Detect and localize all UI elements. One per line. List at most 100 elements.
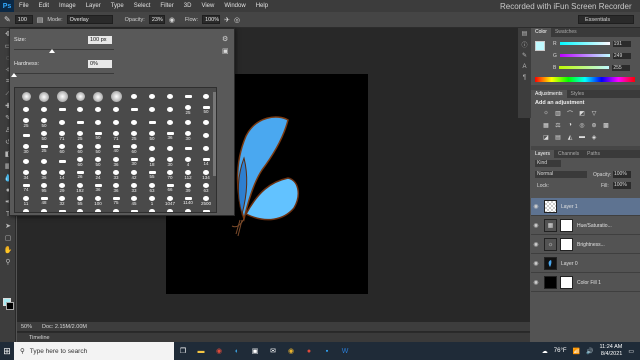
brush-preset[interactable]: 100 [89, 194, 107, 207]
menu-window[interactable]: Window [219, 3, 250, 9]
brush-preset[interactable] [161, 103, 179, 116]
brush-panel-icon[interactable]: ✎ [518, 50, 531, 61]
brush-preset[interactable]: 33 [107, 168, 125, 181]
menu-filter[interactable]: Filter [155, 3, 178, 9]
brush-preset[interactable]: 29 [53, 181, 71, 194]
hue-saturation-icon[interactable]: ▦ [541, 120, 551, 130]
kind-filter-dropdown[interactable]: Kind [535, 160, 561, 167]
brush-preset[interactable]: 1140 [179, 194, 197, 207]
brush-preset[interactable] [125, 90, 143, 103]
brush-preset[interactable]: 2500 [197, 194, 215, 207]
brush-preset[interactable] [17, 129, 35, 142]
brush-preset[interactable]: 26 [71, 168, 89, 181]
brush-preset[interactable]: 192 [71, 181, 89, 194]
brush-preset[interactable] [143, 90, 161, 103]
pressure-opacity-icon[interactable]: ◉ [169, 16, 175, 24]
chrome-icon[interactable]: ◉ [282, 342, 300, 360]
brush-preset[interactable] [35, 90, 53, 103]
brush-preset[interactable]: 2500 [53, 207, 71, 212]
mode-dropdown[interactable]: Overlay [66, 15, 113, 24]
r-value[interactable]: 191 [612, 40, 631, 47]
brush-preset[interactable] [179, 90, 197, 103]
brush-preset[interactable]: 30 [17, 142, 35, 155]
brush-preset[interactable]: 60 [71, 142, 89, 155]
task-view-icon[interactable]: ❐ [174, 342, 192, 360]
brush-preset[interactable]: 36 [107, 155, 125, 168]
brush-preset[interactable]: 30 [179, 129, 197, 142]
brush-panel-toggle-icon[interactable]: ▤ [37, 16, 44, 24]
taskbar-search[interactable]: ⚲ Type here to search [14, 342, 174, 360]
background-color-swatch[interactable] [6, 302, 14, 310]
notifications-icon[interactable]: ▭ [628, 348, 634, 355]
brush-presets-list[interactable]: 25 50 25 50 50 71 25 50 71 25 50 36 30 30 25 60 60 50 40 60… [14, 87, 217, 213]
brush-preset[interactable] [143, 103, 161, 116]
curves-icon[interactable]: ⌒ [565, 108, 575, 118]
brush-preset[interactable]: 25 [125, 129, 143, 142]
menu-image[interactable]: Image [54, 3, 81, 9]
volume-icon[interactable]: 🔊 [586, 348, 593, 355]
hardness-field[interactable]: 0% [88, 60, 112, 68]
exposure-icon[interactable]: ◩ [577, 108, 587, 118]
layer-row[interactable]: ◉ ☼ Brightness... [531, 236, 640, 254]
brush-preset[interactable]: 60 [125, 142, 143, 155]
color-ramp[interactable] [535, 77, 635, 82]
brush-preset[interactable] [125, 103, 143, 116]
brush-preset[interactable]: 50 [89, 155, 107, 168]
brush-preset[interactable]: 33 [125, 181, 143, 194]
brush-preset[interactable]: 30 [125, 155, 143, 168]
size-slider[interactable] [14, 49, 114, 50]
brush-preset[interactable]: 32 [53, 194, 71, 207]
color-balance-icon[interactable]: ⚖ [553, 120, 563, 130]
brush-preset[interactable]: 60 [53, 142, 71, 155]
layer-row[interactable]: ◉ Layer 1 [531, 198, 640, 216]
brush-preset[interactable]: 1047 [161, 194, 179, 207]
paragraph-panel-icon[interactable]: ¶ [518, 72, 531, 83]
brush-preset[interactable] [107, 103, 125, 116]
brush-preset[interactable] [53, 116, 71, 129]
g-value[interactable]: 249 [612, 52, 631, 59]
photo-filter-icon[interactable]: ◎ [577, 120, 587, 130]
layer-row[interactable]: ◉ Layer 0 [531, 255, 640, 273]
brush-preset[interactable]: 2500 [17, 207, 35, 212]
fill-field[interactable]: 100% [613, 182, 631, 189]
brush-preset[interactable]: 74 [17, 181, 35, 194]
brush-preset[interactable] [143, 116, 161, 129]
brush-preset[interactable]: 25 [17, 116, 35, 129]
brush-size-picker[interactable]: 100 [14, 15, 33, 24]
brush-preset[interactable]: 50 [143, 129, 161, 142]
hardness-slider-thumb[interactable] [11, 73, 17, 77]
hand-tool-icon[interactable]: ✋ [0, 244, 16, 256]
brush-preset[interactable]: 11 [17, 194, 35, 207]
brush-preset[interactable]: 25 [71, 129, 89, 142]
brush-preset[interactable]: 36 [161, 129, 179, 142]
brush-preset[interactable] [17, 103, 35, 116]
brush-preset[interactable]: 2500 [125, 207, 143, 212]
brush-preset[interactable]: 63 [197, 181, 215, 194]
brush-preset[interactable]: 55 [143, 168, 161, 181]
brush-preset[interactable]: 2500 [143, 207, 161, 212]
brush-preset[interactable]: 14 [53, 168, 71, 181]
brush-preset[interactable] [161, 142, 179, 155]
brush-preset[interactable]: 2500 [89, 207, 107, 212]
brush-preset[interactable]: 36 [89, 181, 107, 194]
windows-start-icon[interactable]: ⊞ [0, 342, 14, 360]
menu-file[interactable]: File [14, 3, 34, 9]
threshold-icon[interactable]: ◭ [565, 132, 575, 142]
brush-preset[interactable]: 66 [161, 181, 179, 194]
b-value[interactable]: 255 [612, 64, 631, 71]
brush-preset[interactable] [71, 90, 89, 103]
brush-preset[interactable]: 63 [143, 181, 161, 194]
hardness-slider[interactable] [14, 73, 114, 74]
brush-preset[interactable]: 25 [179, 103, 197, 116]
layer-row[interactable]: ◉ Color Fill 1 [531, 274, 640, 292]
brush-preset[interactable] [179, 142, 197, 155]
opacity-field[interactable]: 23% [148, 15, 165, 24]
fg-color-chip[interactable] [535, 41, 545, 51]
history-panel-icon[interactable]: ▤ [518, 28, 531, 39]
brush-preset[interactable]: 2500 [179, 207, 197, 212]
brush-preset[interactable]: 2500 [197, 207, 215, 212]
brush-preset[interactable] [71, 116, 89, 129]
size-slider-thumb[interactable] [49, 49, 55, 53]
brush-preset[interactable] [35, 103, 53, 116]
new-preset-icon[interactable]: ▣ [222, 47, 229, 55]
